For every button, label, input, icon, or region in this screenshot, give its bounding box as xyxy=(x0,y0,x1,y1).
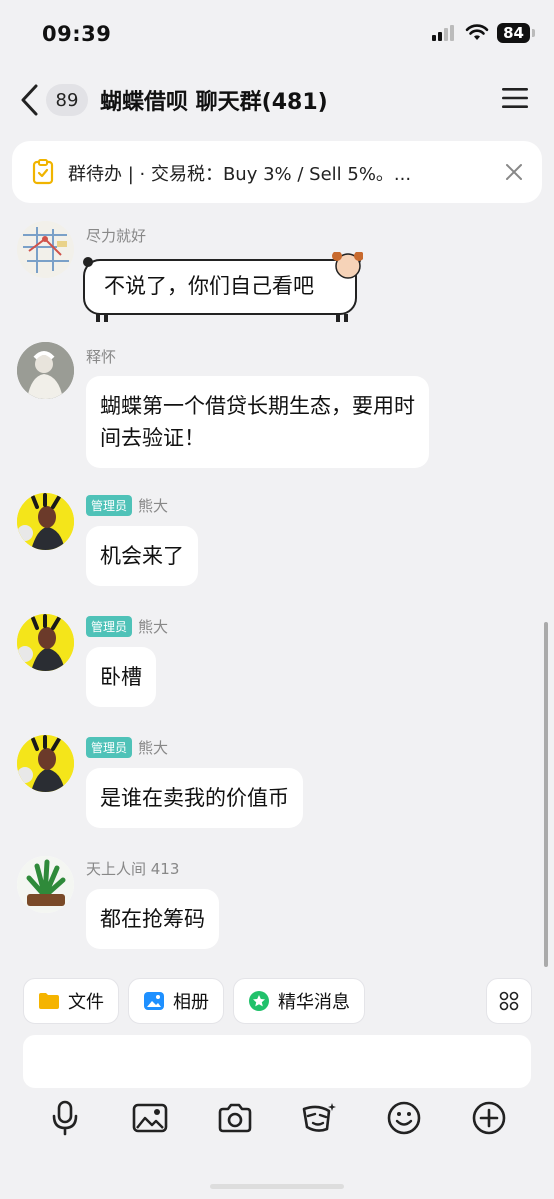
message-text: 是谁在卖我的价值币 xyxy=(100,786,289,810)
todo-clipboard-icon xyxy=(32,159,54,185)
quick-actions-bar: 文件 相册 精华消息 xyxy=(0,968,554,1028)
chat-title[interactable]: 蝴蝶借呗 聊天群(481) xyxy=(100,84,328,116)
back-chevron-icon[interactable] xyxy=(18,82,42,118)
avatar[interactable] xyxy=(17,493,74,550)
cellular-signal-icon xyxy=(432,25,455,41)
image-icon xyxy=(132,1103,168,1133)
close-icon[interactable] xyxy=(504,162,524,182)
star-badge-icon xyxy=(249,991,269,1011)
avatar[interactable] xyxy=(17,614,74,671)
message-text: 机会来了 xyxy=(100,544,184,568)
avatar[interactable] xyxy=(17,221,74,278)
sender-name: 管理员 熊大 xyxy=(86,616,168,637)
menu-icon[interactable] xyxy=(502,87,528,109)
sender-name: 管理员 熊大 xyxy=(86,737,168,758)
message-bubble[interactable]: 卧槽 xyxy=(86,647,156,707)
character-avatar-image xyxy=(17,614,74,671)
character-avatar-image xyxy=(17,735,74,792)
folder-icon xyxy=(39,993,59,1009)
voice-button[interactable] xyxy=(45,1098,85,1138)
sender-name: 天上人间 413 xyxy=(86,858,179,879)
input-toolbar xyxy=(0,1098,554,1142)
plus-button[interactable] xyxy=(469,1098,509,1138)
emoji-icon xyxy=(387,1101,421,1135)
sender-name-text: 熊大 xyxy=(138,618,169,636)
sender-name: 尽力就好 xyxy=(86,225,146,246)
admin-badge: 管理员 xyxy=(86,616,133,637)
sticker-icon xyxy=(302,1103,336,1132)
grid-icon xyxy=(499,991,519,1011)
sender-name: 管理员 熊大 xyxy=(86,495,168,516)
message-text: 卧槽 xyxy=(100,665,142,689)
wifi-icon xyxy=(465,24,489,40)
plus-icon xyxy=(472,1101,506,1135)
status-bar: 09:39 84 xyxy=(0,0,554,70)
message-input[interactable] xyxy=(23,1035,531,1088)
nav-bar: 89 蝴蝶借呗 聊天群(481) xyxy=(0,70,554,130)
home-indicator xyxy=(210,1184,344,1189)
message-bubble[interactable]: 机会来了 xyxy=(86,526,198,586)
sender-name-text: 熊大 xyxy=(138,739,169,757)
essence-button-label: 精华消息 xyxy=(278,992,350,1013)
emoji-button[interactable] xyxy=(384,1098,424,1138)
admin-badge: 管理员 xyxy=(86,495,133,516)
battery-indicator: 84 xyxy=(497,23,535,43)
person-avatar-image xyxy=(17,342,74,399)
admin-badge: 管理员 xyxy=(86,737,133,758)
microphone-icon xyxy=(52,1100,78,1136)
status-time: 09:39 xyxy=(42,22,112,46)
scrollbar[interactable] xyxy=(544,622,548,967)
album-button-label: 相册 xyxy=(173,992,209,1013)
message-bubble[interactable]: 都在抢筹码 xyxy=(86,889,219,949)
message-bubble[interactable]: 蝴蝶第一个借贷长期生态，要用时 间去验证！ xyxy=(86,376,429,468)
photo-icon xyxy=(144,992,164,1010)
album-button[interactable]: 相册 xyxy=(128,978,224,1024)
more-apps-button[interactable] xyxy=(486,978,532,1024)
message-text-line: 间去验证！ xyxy=(100,426,205,450)
map-avatar-image xyxy=(17,221,74,278)
status-icons: 84 xyxy=(431,23,535,43)
image-button[interactable] xyxy=(130,1098,170,1138)
camera-icon xyxy=(218,1103,252,1133)
camera-button[interactable] xyxy=(215,1098,255,1138)
message-text: 都在抢筹码 xyxy=(100,907,205,931)
message-text-line: 蝴蝶第一个借贷长期生态，要用时 xyxy=(100,394,415,418)
sender-name: 释怀 xyxy=(86,346,116,367)
character-avatar-image xyxy=(17,493,74,550)
notice-text: 群待办 | · 交易税：Buy 3% / Sell 5%。... xyxy=(68,164,412,185)
sender-name-text: 尽力就好 xyxy=(86,227,147,245)
sender-name-text: 熊大 xyxy=(138,497,169,515)
sender-name-text: 天上人间 413 xyxy=(86,860,180,878)
sticker-button[interactable] xyxy=(298,1098,338,1138)
avatar[interactable] xyxy=(17,735,74,792)
essence-messages-button[interactable]: 精华消息 xyxy=(233,978,365,1024)
avatar[interactable] xyxy=(17,856,74,913)
unread-count-badge[interactable]: 89 xyxy=(46,84,88,116)
sender-name-text: 释怀 xyxy=(86,348,117,366)
group-notice-bar[interactable]: 群待办 | · 交易税：Buy 3% / Sell 5%。... xyxy=(12,141,542,203)
plant-avatar-image xyxy=(17,856,74,913)
sticker-caption: 不说了，你们自己看吧 xyxy=(104,274,314,298)
file-button[interactable]: 文件 xyxy=(23,978,119,1024)
avatar[interactable] xyxy=(17,342,74,399)
file-button-label: 文件 xyxy=(68,992,104,1013)
message-bubble[interactable]: 是谁在卖我的价值币 xyxy=(86,768,303,828)
